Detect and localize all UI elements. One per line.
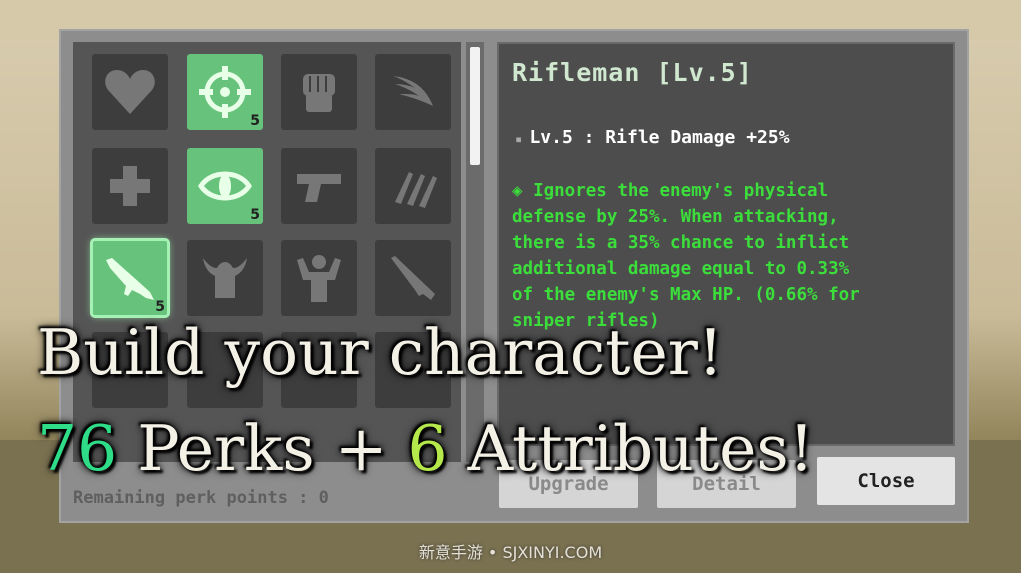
perk-description-line: there is a 35% chance to inflict [512,233,850,253]
attribute-count: 6 [407,412,448,485]
perk-description-line: ◈ Ignores the enemy's physical [512,181,829,201]
shotgun-icon [391,256,435,300]
wing-icon [393,76,433,106]
perk-cell-rifleman[interactable]: 5 [90,238,170,318]
medical-cross-icon [110,166,150,206]
perk-description-line: additional damage equal to 0.33% [512,259,850,279]
perk-cell-heart[interactable] [92,54,168,130]
perk-cell-sharpshooter[interactable]: 5 [187,54,263,130]
perk-cell-viking[interactable] [187,240,263,316]
perk-description-line: defense by 25%. When attacking, [512,207,839,227]
perk-grid[interactable]: 5 5 5 [73,42,461,462]
strongman-icon [297,255,341,302]
perk-cell-strength[interactable] [281,240,357,316]
perk-level-badge: 5 [155,299,165,315]
crosshair-icon [199,66,251,118]
perk-cell-fist[interactable] [281,54,357,130]
perk-grid-scrollbar[interactable] [466,42,484,462]
bullets-icon [395,172,437,208]
fist-icon [303,74,335,112]
perk-description-line: of the enemy's Max HP. (0.66% for [512,285,860,305]
perk-level-badge: 5 [250,207,260,223]
perk-level-text: Lv.5 : Rifle Damage +25% [529,127,790,148]
perks-word: Perks + [117,412,408,485]
rifle-icon [106,258,154,300]
perk-cell-wing[interactable] [375,54,451,130]
scrollbar-thumb[interactable] [470,47,480,165]
perk-count: 76 [37,412,118,485]
perk-description: ◈ Ignores the enemy's physical defense by… [512,178,952,334]
perk-cell-ammo[interactable] [375,148,451,224]
perk-title: Rifleman [Lv.5] [512,58,753,87]
attributes-word: Attributes! [447,412,815,485]
perk-level-badge: 5 [250,113,260,129]
viking-helmet-icon [203,258,247,298]
perk-cell-shotgun[interactable] [375,240,451,316]
perk-cell-health[interactable] [92,148,168,224]
close-button[interactable]: Close [817,457,955,505]
perk-cell-eagle-eye[interactable]: 5 [187,148,263,224]
pistol-icon [297,174,341,202]
promo-headline: Build your character! [37,316,724,389]
eye-icon [198,171,252,201]
watermark: 新意手游 • SJXINYI.COM [418,543,603,562]
remaining-perk-points: Remaining perk points : 0 [73,488,329,508]
perk-level-line: ▪ Lv.5 : Rifle Damage +25% [515,127,790,148]
heart-icon [105,70,155,114]
perk-cell-pistol[interactable] [281,148,357,224]
promo-subline: 76 Perks + 6 Attributes! [37,412,814,485]
